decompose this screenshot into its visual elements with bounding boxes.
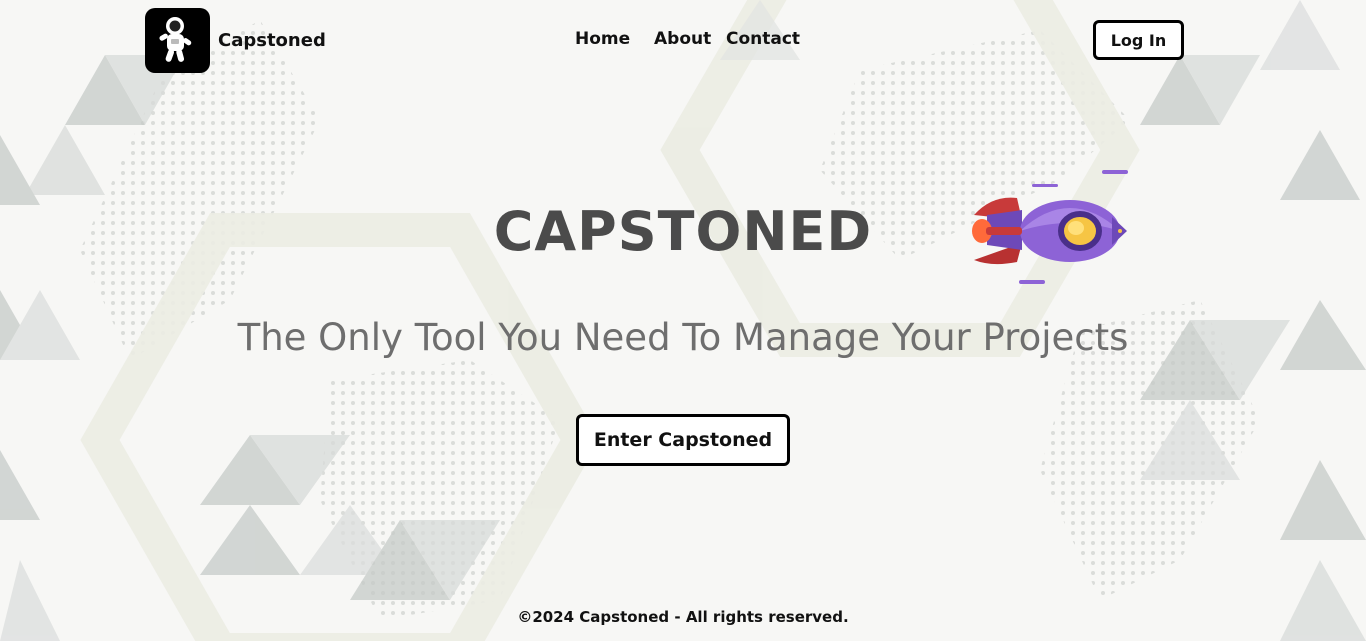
footer-copyright: ©2024 Capstoned - All rights reserved. (517, 608, 849, 626)
hero-title: CAPSTONED (493, 200, 873, 263)
nav-contact-link[interactable]: Contact (726, 29, 800, 49)
astronaut-icon (159, 17, 192, 62)
brand-name[interactable]: Capstoned (218, 30, 326, 51)
rocket-icon (972, 170, 1128, 284)
nav-home-link[interactable]: Home (575, 29, 630, 49)
login-button[interactable]: Log In (1093, 20, 1184, 60)
hero-tagline: The Only Tool You Need To Manage Your Pr… (237, 316, 1129, 359)
enter-capstoned-button[interactable]: Enter Capstoned (576, 414, 790, 466)
logo[interactable] (145, 8, 210, 73)
nav-about-link[interactable]: About (654, 29, 711, 49)
